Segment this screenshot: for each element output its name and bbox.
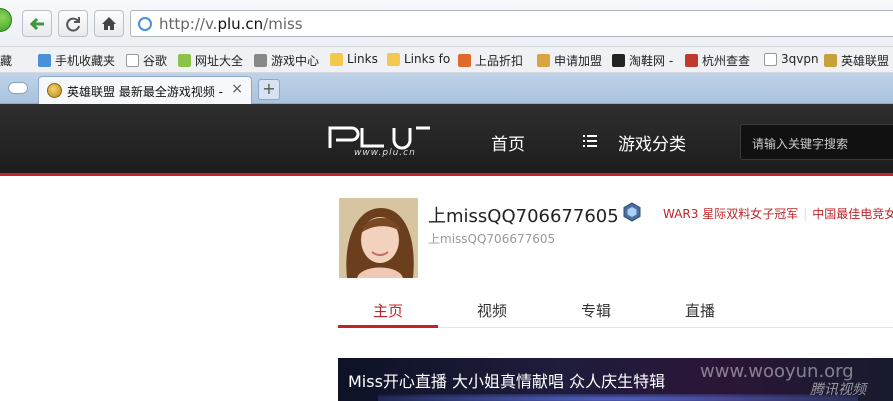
profile-id: 上missQQ706677605	[428, 232, 556, 246]
lol-favicon-icon	[47, 83, 62, 98]
search-input[interactable]: 请输入关键字搜索	[740, 124, 893, 160]
profile-username: 上missQQ706677605	[428, 206, 619, 227]
list-icon	[583, 135, 597, 147]
logo-subtitle: www.plu.cn	[354, 148, 416, 158]
honor-separator: |	[803, 207, 808, 221]
tao-icon	[612, 54, 625, 67]
avatar-portrait	[339, 198, 418, 278]
browser-logo-icon[interactable]	[0, 8, 12, 32]
bookmark-item[interactable]: 谷歌	[126, 52, 167, 69]
profile-honors: WAR3 星际双料女子冠军 | 中国最佳电竞女	[663, 205, 893, 222]
bookmark-label: 网址大全	[195, 54, 244, 68]
bookmark-item[interactable]: 手机收藏夹	[38, 52, 115, 69]
bookmark-label: 上品折扣	[475, 54, 524, 68]
refresh-icon	[66, 16, 80, 32]
nav-categories-link[interactable]: 游戏分类	[618, 130, 686, 155]
browser-tab-active[interactable]: 英雄联盟 最新最全游戏视频 - ×	[38, 76, 252, 104]
bookmark-label: 藏	[0, 54, 13, 68]
video-stage-light	[378, 394, 858, 401]
bookmark-item[interactable]: Links fo	[387, 52, 450, 66]
bookmark-label: 申请加盟	[554, 54, 603, 68]
back-button[interactable]	[22, 10, 52, 37]
bookmark-item[interactable]: 英雄联盟	[824, 52, 889, 69]
site-header: www.plu.cn 首页 游戏分类 请输入关键字搜索	[0, 104, 893, 176]
bookmark-label: 游戏中心	[271, 54, 320, 68]
tab-title: 英雄联盟 最新最全游戏视频 -	[67, 85, 223, 99]
address-bar[interactable]: http://v.plu.cn/miss	[130, 10, 893, 37]
tab-bar: 英雄联盟 最新最全游戏视频 - × +	[0, 73, 893, 104]
bookmark-label: 谷歌	[143, 54, 168, 68]
nav-home-link[interactable]: 首页	[491, 130, 525, 155]
bookmark-item[interactable]: Links	[330, 52, 378, 66]
bookmarks-bar: 藏 手机收藏夹 谷歌 网址大全 游戏中心 Links Links fo 上品折扣 申请加盟 淘鞋网…	[0, 47, 893, 73]
tab-live[interactable]: 直播	[650, 292, 750, 328]
person-icon	[537, 54, 550, 67]
bookmark-item[interactable]: 游戏中心	[254, 52, 319, 69]
bookmark-item[interactable]: 杭州查查	[685, 52, 750, 69]
url-text: http://v.plu.cn/miss	[159, 15, 303, 33]
video-title: Miss开心直播 大小姐真情献唱 众人庆生特辑	[348, 372, 666, 391]
video-brand-logo: 腾讯视频	[810, 382, 866, 398]
bookmark-label: 3qvpn	[781, 52, 819, 66]
honor-item: WAR3 星际双料女子冠军	[663, 207, 799, 221]
page-icon	[126, 54, 139, 67]
tab-close-button[interactable]: ×	[231, 81, 243, 97]
folder-icon	[330, 52, 343, 66]
bookmark-label: Links	[347, 52, 378, 66]
bookmark-item[interactable]: 淘鞋网 -	[612, 52, 673, 69]
folder-icon	[387, 52, 400, 66]
grid-icon	[458, 54, 471, 67]
bookmark-item[interactable]: 网址大全	[178, 52, 243, 69]
honor-item: 中国最佳电竞女	[812, 207, 893, 221]
page-icon	[764, 52, 777, 66]
new-tab-button[interactable]: +	[258, 79, 280, 100]
home-icon	[102, 17, 116, 30]
home-button[interactable]	[94, 10, 124, 37]
tab-albums[interactable]: 专辑	[546, 292, 646, 328]
gamepad-icon	[254, 54, 267, 67]
tab-home[interactable]: 主页	[338, 292, 438, 328]
rank-badge-icon	[623, 202, 641, 222]
flower-icon	[685, 54, 698, 67]
profile-tabs: 主页 视频 专辑 直播	[338, 292, 893, 328]
cloud-icon[interactable]	[8, 82, 28, 94]
bookmark-item[interactable]: 3qvpn	[764, 52, 819, 66]
bookmark-item[interactable]: 藏	[0, 52, 12, 69]
tab-videos[interactable]: 视频	[442, 292, 542, 328]
bookmark-label: 英雄联盟	[841, 54, 890, 68]
phone-icon	[38, 54, 51, 67]
bookmark-label: Links fo	[404, 52, 451, 66]
page-info-icon	[138, 17, 152, 31]
bookmark-label: 淘鞋网 -	[629, 54, 674, 68]
bookmark-label: 手机收藏夹	[55, 54, 116, 68]
back-arrow-icon	[29, 17, 44, 30]
plu-logo[interactable]	[328, 124, 432, 150]
bookmark-item[interactable]: 申请加盟	[537, 52, 602, 69]
plus-circle-icon	[178, 54, 191, 67]
avatar[interactable]	[339, 198, 418, 278]
bookmark-label: 杭州查查	[702, 54, 751, 68]
bookmark-item[interactable]: 上品折扣	[458, 52, 523, 69]
refresh-button[interactable]	[58, 10, 88, 37]
lol-icon	[824, 54, 837, 67]
browser-toolbar: http://v.plu.cn/miss	[0, 0, 893, 47]
